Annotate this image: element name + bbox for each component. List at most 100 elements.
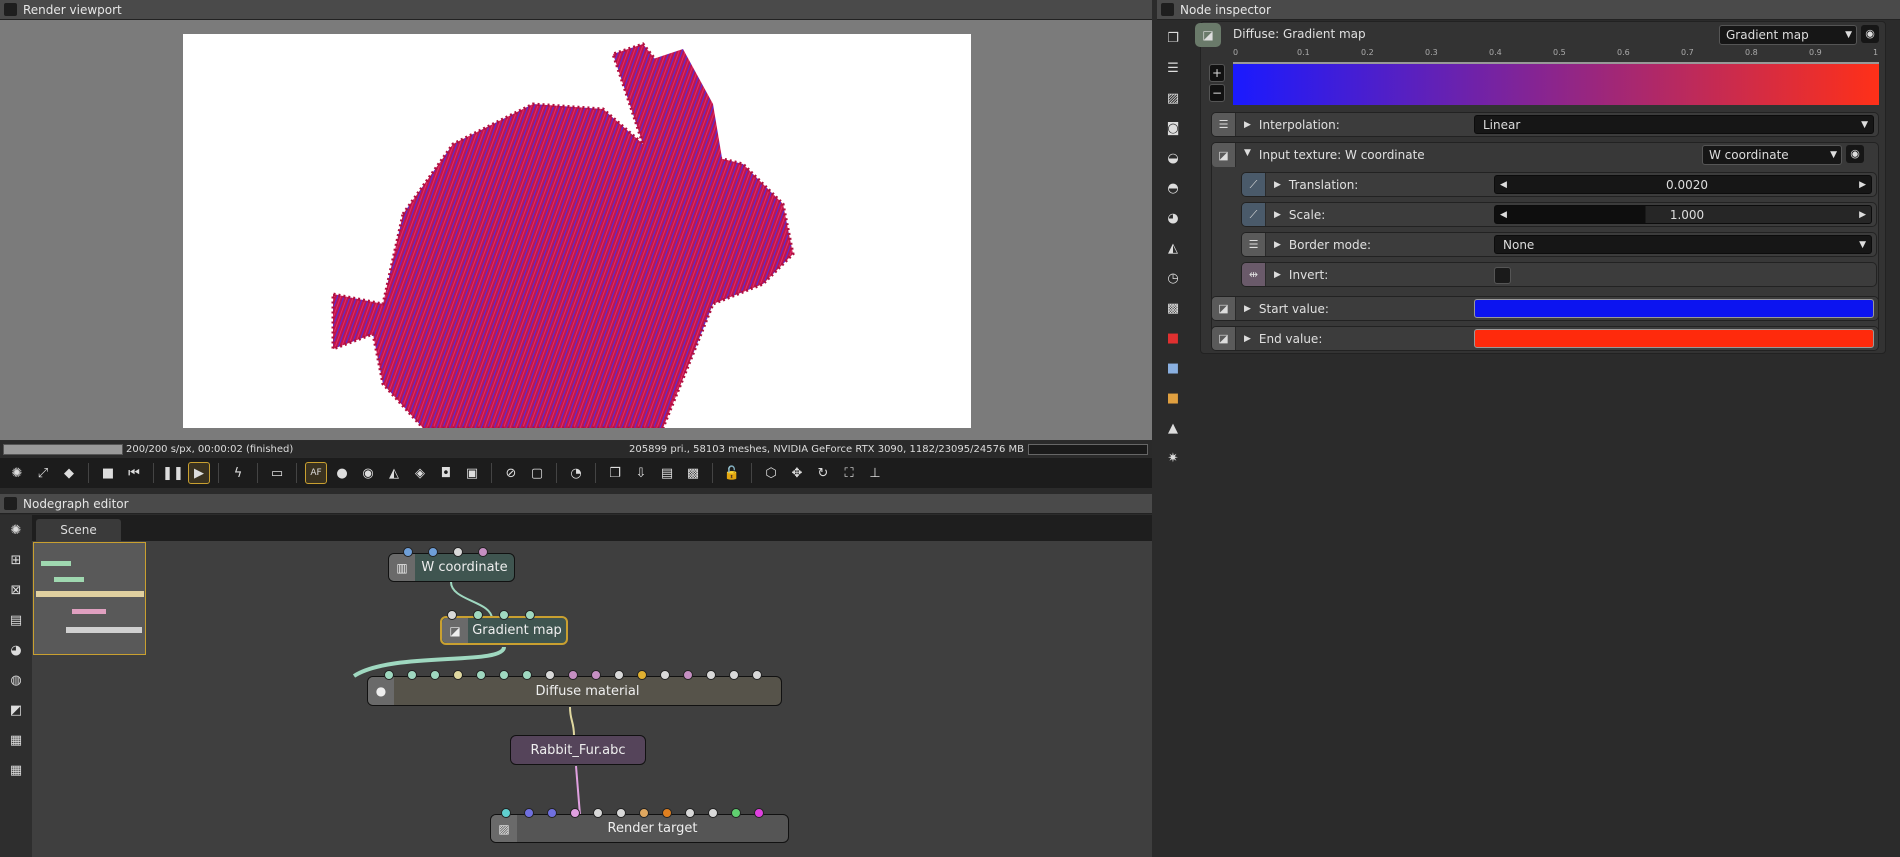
save-icon[interactable]: ▤ <box>656 462 678 484</box>
pause-icon[interactable]: ❚❚ <box>162 462 184 484</box>
pick-focus-icon[interactable]: ◘ <box>435 462 457 484</box>
kernel-icon[interactable]: ◓ <box>1162 177 1184 199</box>
panel-menu-icon[interactable] <box>1161 3 1174 16</box>
copy-icon[interactable]: ❐ <box>604 462 626 484</box>
input-pin[interactable] <box>499 610 509 620</box>
clock-icon[interactable]: ◷ <box>1162 267 1184 289</box>
end-value-color[interactable] <box>1474 329 1874 348</box>
input-pin[interactable] <box>593 808 603 818</box>
nodegraph-canvas[interactable]: ▥ W coordinate ◪ Gradient map ● Diffuse mat… <box>32 541 1152 857</box>
input-pin[interactable] <box>752 670 762 680</box>
panel-menu-icon[interactable] <box>4 497 17 510</box>
grid-icon[interactable]: ⊠ <box>5 579 27 601</box>
input-pin[interactable] <box>524 808 534 818</box>
axes-icon[interactable]: ⊥ <box>864 462 886 484</box>
input-pin[interactable] <box>407 670 417 680</box>
input-pin[interactable] <box>447 610 457 620</box>
material-icon[interactable]: ◕ <box>5 639 27 661</box>
layers-icon[interactable]: ❐ <box>1162 27 1184 49</box>
input-pin[interactable] <box>685 808 695 818</box>
input-pin[interactable] <box>616 808 626 818</box>
color-wheel-icon[interactable]: ● <box>331 462 353 484</box>
environment-icon[interactable]: ◒ <box>1162 147 1184 169</box>
input-pin[interactable] <box>476 670 486 680</box>
input-pin[interactable] <box>591 670 601 680</box>
expand-icon[interactable]: ▶ <box>1274 180 1281 190</box>
monitor-icon[interactable]: ▭ <box>266 462 288 484</box>
dial-icon[interactable]: ◔ <box>565 462 587 484</box>
input-pin[interactable] <box>706 670 716 680</box>
input-pin[interactable] <box>729 670 739 680</box>
expand-icon[interactable]: ▶ <box>1244 120 1251 130</box>
input-pin[interactable] <box>525 610 535 620</box>
material-icon[interactable]: ◕ <box>1162 207 1184 229</box>
fit-icon[interactable]: ⤢ <box>32 462 54 484</box>
input-pin[interactable] <box>453 547 463 557</box>
input-pin[interactable] <box>683 670 693 680</box>
input-pin[interactable] <box>662 808 672 818</box>
input-pin[interactable] <box>384 670 394 680</box>
zoom-region-icon[interactable]: ⊘ <box>500 462 522 484</box>
image-icon[interactable]: ▨ <box>1162 87 1184 109</box>
export-icon[interactable]: ⇩ <box>630 462 652 484</box>
rotate-icon[interactable]: ↻ <box>812 462 834 484</box>
color-cube-icon[interactable]: ◆ <box>58 462 80 484</box>
node-gradient-map[interactable]: ◪ Gradient map <box>440 616 568 645</box>
input-pin[interactable] <box>453 670 463 680</box>
eye-icon[interactable]: ◉ <box>1861 25 1879 43</box>
input-texture-dropdown[interactable]: W coordinate ▼ <box>1702 145 1842 165</box>
input-pin[interactable] <box>473 610 483 620</box>
node-type-dropdown[interactable]: Gradient map ▼ <box>1719 25 1857 45</box>
input-pin[interactable] <box>501 808 511 818</box>
table-icon[interactable]: ▦ <box>5 729 27 751</box>
output-icon[interactable]: ▲ <box>1162 417 1184 439</box>
move-icon[interactable]: ✥ <box>786 462 808 484</box>
checker-icon[interactable]: ▩ <box>682 462 704 484</box>
expand-icon[interactable]: ▶ <box>1244 334 1251 344</box>
translation-slider[interactable]: ◀ 0.0020 ▶ <box>1494 175 1872 194</box>
input-pin[interactable] <box>754 808 764 818</box>
fullscreen-icon[interactable]: ⛶ <box>838 462 860 484</box>
collapse-icon[interactable]: ▼ <box>1244 148 1251 158</box>
input-pin[interactable] <box>708 808 718 818</box>
input-pin[interactable] <box>639 808 649 818</box>
input-pin[interactable] <box>430 670 440 680</box>
panel-menu-icon[interactable] <box>4 3 17 16</box>
input-pin[interactable] <box>547 808 557 818</box>
expand-icon[interactable]: ▶ <box>1274 240 1281 250</box>
eye-icon[interactable]: ◉ <box>1846 145 1864 163</box>
sphere-icon[interactable]: ◍ <box>5 669 27 691</box>
light-icon[interactable]: ✷ <box>1162 447 1184 469</box>
input-pin[interactable] <box>545 670 555 680</box>
add-stop-button[interactable]: + <box>1209 64 1225 82</box>
node-render-target[interactable]: ▨ Render target <box>490 814 789 843</box>
inspector-icon[interactable]: ▤ <box>5 609 27 631</box>
render-area[interactable] <box>0 20 1152 440</box>
border-mode-dropdown[interactable]: None ▼ <box>1494 235 1872 254</box>
expand-icon[interactable]: ▶ <box>1274 210 1281 220</box>
input-pin[interactable] <box>568 670 578 680</box>
stop-icon[interactable]: ■ <box>97 462 119 484</box>
input-pin[interactable] <box>614 670 624 680</box>
render-icon[interactable]: ✺ <box>5 519 27 541</box>
red-cube-icon[interactable]: ■ <box>1162 327 1184 349</box>
tab-scene[interactable]: Scene <box>36 519 121 541</box>
input-pin[interactable] <box>428 547 438 557</box>
scale-slider[interactable]: ◀ 1.000 ▶ <box>1494 205 1872 224</box>
input-pin[interactable] <box>499 670 509 680</box>
gradient-bar[interactable] <box>1233 62 1879 105</box>
graph-layout-icon[interactable]: ⊞ <box>5 549 27 571</box>
geometry-icon[interactable]: ◩ <box>5 699 27 721</box>
orange-cube-icon[interactable]: ■ <box>1162 387 1184 409</box>
region-icon[interactable]: ▢ <box>526 462 548 484</box>
invert-checkbox[interactable] <box>1494 267 1511 284</box>
expand-icon[interactable]: ▶ <box>1274 270 1281 280</box>
node-diffuse-material[interactable]: ● Diffuse material <box>367 676 782 706</box>
camera-icon[interactable]: ◙ <box>1162 117 1184 139</box>
lock-icon[interactable]: 🔓 <box>721 462 743 484</box>
input-pin[interactable] <box>570 808 580 818</box>
sphere-icon[interactable]: ◉ <box>357 462 379 484</box>
input-pin[interactable] <box>478 547 488 557</box>
input-pin[interactable] <box>522 670 532 680</box>
remove-stop-button[interactable]: − <box>1209 84 1225 102</box>
